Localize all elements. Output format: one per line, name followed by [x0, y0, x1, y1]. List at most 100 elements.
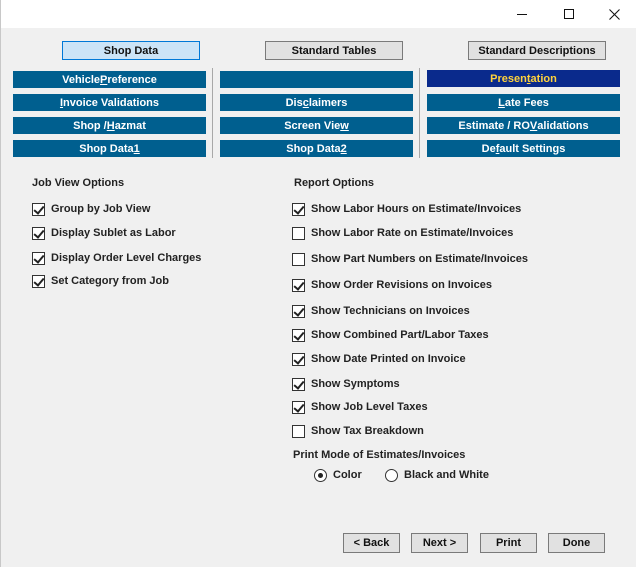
grid-divider — [212, 68, 213, 158]
checkbox[interactable] — [292, 377, 305, 391]
subtab-label: alidations — [537, 119, 589, 132]
subtab-estimate-ro-validations[interactable]: Estimate / RO Validations — [427, 117, 620, 134]
close-button[interactable] — [591, 0, 636, 28]
subtab-accel-key: 2 — [340, 142, 347, 155]
radio-label: Color — [333, 469, 362, 481]
checkbox-label: Display Sublet as Labor — [51, 227, 176, 239]
checkbox-label: Show Labor Hours on Estimate/Invoices — [311, 203, 522, 215]
checkbox[interactable] — [32, 202, 45, 216]
subtab-label: ation — [530, 72, 557, 85]
checkbox[interactable] — [292, 252, 305, 266]
report-option[interactable]: Show Tax Breakdown — [292, 423, 424, 439]
subtab-accel-key: P — [100, 73, 108, 86]
close-icon — [608, 8, 620, 20]
subtab-label: reference — [107, 73, 157, 86]
checkbox-label: Show Combined Part/Labor Taxes — [311, 329, 489, 341]
checkbox[interactable] — [292, 226, 305, 240]
print-button[interactable]: Print — [480, 533, 537, 553]
subtab-default-settings[interactable]: De f ault Settings — [427, 140, 620, 157]
job-view-option[interactable]: Display Order Level Charges — [32, 250, 201, 266]
tab-standard-tables[interactable]: Standard Tables — [265, 41, 403, 60]
minimize-button[interactable] — [499, 0, 545, 28]
print-mode-title: Print Mode of Estimates/Invoices — [293, 449, 466, 461]
checkbox[interactable] — [292, 304, 305, 318]
subtab-accel-key: 1 — [133, 142, 140, 155]
subtab-invoice-validations[interactable]: Invoice Validations — [13, 94, 206, 111]
subtab-label: azmat — [114, 119, 146, 132]
checkbox-label: Display Order Level Charges — [51, 252, 202, 264]
checkbox[interactable] — [292, 424, 305, 438]
maximize-button[interactable] — [546, 0, 592, 28]
subtab-label: Shop Data — [286, 142, 341, 155]
subtab-blank[interactable] — [220, 71, 413, 88]
checkbox-label: Show Symptoms — [311, 378, 400, 390]
job-view-options-title: Job View Options — [32, 177, 125, 189]
report-option[interactable]: Show Labor Rate on Estimate/Invoices — [292, 225, 513, 241]
subtab-label: Screen Vie — [284, 119, 341, 132]
report-option[interactable]: Show Job Level Taxes — [292, 399, 428, 415]
report-option[interactable]: Show Labor Hours on Estimate/Invoices — [292, 201, 521, 217]
report-option[interactable]: Show Technicians on Invoices — [292, 303, 470, 319]
job-view-option[interactable]: Group by Job View — [32, 201, 150, 217]
checkbox-label: Set Category from Job — [51, 275, 169, 287]
subtab-label: Shop / — [73, 119, 107, 132]
subtab-late-fees[interactable]: Late Fees — [427, 94, 620, 111]
checkbox-label: Show Date Printed on Invoice — [311, 353, 466, 365]
report-option[interactable]: Show Date Printed on Invoice — [292, 351, 466, 367]
radio-button[interactable] — [385, 468, 398, 482]
checkbox[interactable] — [32, 274, 45, 288]
checkbox[interactable] — [292, 328, 305, 342]
tab-shop-data[interactable]: Shop Data — [62, 41, 200, 60]
subtab-label: nvoice Validations — [63, 96, 160, 109]
subtab-shop-hazmat[interactable]: Shop / Hazmat — [13, 117, 206, 134]
subtab-label: ate Fees — [504, 96, 549, 109]
shop-data-window: Shop Data Standard Tables Standard Descr… — [0, 0, 636, 567]
subtab-vehicle-preference[interactable]: Vehicle Preference — [13, 71, 206, 88]
checkbox[interactable] — [292, 400, 305, 414]
subtab-accel-key: V — [529, 119, 538, 132]
checkbox-label: Show Order Revisions on Invoices — [311, 279, 492, 291]
subtab-label: Dis — [285, 96, 303, 109]
subtab-label: Vehicle — [62, 73, 101, 86]
subtab-shop-data-1[interactable]: Shop Data 1 — [13, 140, 206, 157]
subtab-label: Presen — [490, 72, 527, 85]
maximize-icon — [563, 8, 574, 19]
tab-standard-descriptions[interactable]: Standard Descriptions — [468, 41, 606, 60]
job-view-option[interactable]: Display Sublet as Labor — [32, 225, 176, 241]
minimize-icon — [516, 13, 527, 15]
checkbox-label: Group by Job View — [51, 203, 151, 215]
checkbox[interactable] — [32, 226, 45, 240]
subtab-shop-data-2[interactable]: Shop Data 2 — [220, 140, 413, 157]
back-button[interactable]: < Back — [343, 533, 400, 553]
report-option[interactable]: Show Order Revisions on Invoices — [292, 277, 492, 293]
checkbox[interactable] — [292, 202, 305, 216]
report-option[interactable]: Show Combined Part/Labor Taxes — [292, 327, 489, 343]
done-button[interactable]: Done — [548, 533, 605, 553]
report-option[interactable]: Show Symptoms — [292, 376, 400, 392]
subtab-accel-key: H — [106, 119, 115, 132]
subtab-label: De — [481, 142, 496, 155]
print-mode-color[interactable]: Color — [314, 467, 362, 483]
checkbox[interactable] — [292, 278, 305, 292]
report-options-title: Report Options — [294, 177, 375, 189]
subtab-label: ault Settings — [499, 142, 566, 155]
checkbox-label: Show Tax Breakdown — [311, 425, 424, 437]
next-button[interactable]: Next > — [411, 533, 468, 553]
checkbox-label: Show Part Numbers on Estimate/Invoices — [311, 253, 529, 265]
subtab-label: laimers — [308, 96, 348, 109]
checkbox[interactable] — [32, 251, 45, 265]
checkbox[interactable] — [292, 352, 305, 366]
subtab-screen-view[interactable]: Screen Vie w — [220, 117, 413, 134]
job-view-option[interactable]: Set Category from Job — [32, 273, 169, 289]
title-bar — [1, 0, 636, 28]
radio-label: Black and White — [404, 469, 489, 481]
subtab-disclaimers[interactable]: Dis c laimers — [220, 94, 413, 111]
subtab-accel-key: w — [340, 119, 349, 132]
print-mode-black-white[interactable]: Black and White — [385, 467, 489, 483]
radio-button[interactable] — [314, 468, 327, 482]
grid-divider — [419, 68, 420, 158]
report-option[interactable]: Show Part Numbers on Estimate/Invoices — [292, 251, 528, 267]
subtab-label: Estimate / RO — [458, 119, 530, 132]
subtab-presentation[interactable]: Presen t ation — [427, 70, 620, 87]
checkbox-label: Show Job Level Taxes — [311, 401, 428, 413]
